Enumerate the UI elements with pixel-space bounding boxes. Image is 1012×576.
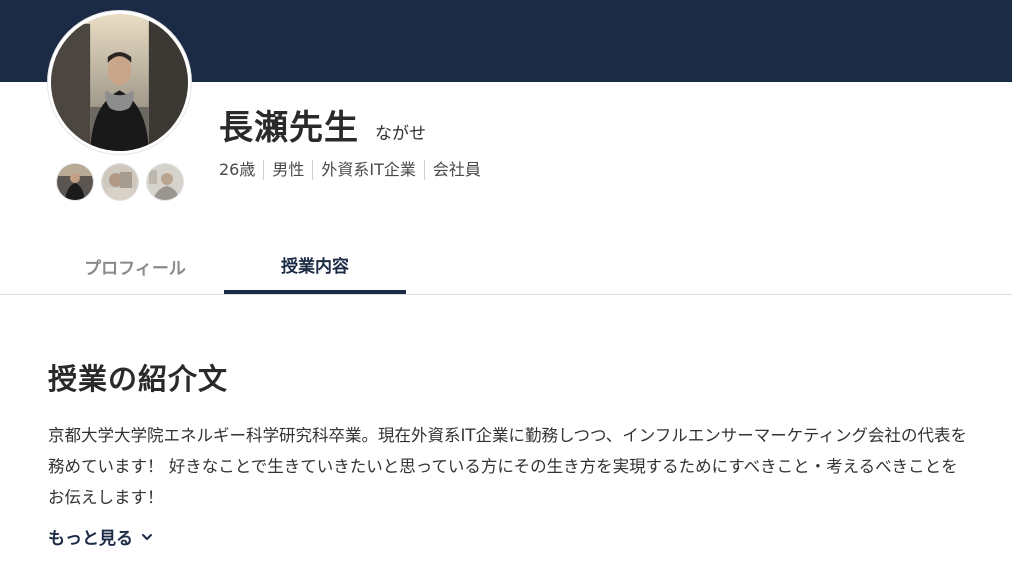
lesson-intro-text: 京都大学大学院エネルギー科学研究科卒業。現在外資系IT企業に勤務しつつ、インフル…	[48, 426, 967, 507]
thumbnail-2[interactable]	[102, 164, 138, 200]
show-more-button[interactable]: もっと見る	[48, 524, 153, 549]
avatar[interactable]	[48, 11, 191, 154]
teacher-name-kana: ながせ	[375, 124, 426, 144]
tab-bar: プロフィール 授業内容	[0, 238, 1012, 295]
thumbnail-photo	[57, 164, 93, 200]
attribute-gender: 男性	[263, 160, 312, 180]
thumbnail-photo	[102, 164, 138, 200]
profile-page: 長瀬先生 ながせ 26歳 男性 外資系IT企業 会社員 プロフィール 授業内容 …	[0, 0, 1012, 576]
show-more-label: もっと見る	[48, 529, 133, 549]
teacher-name: 長瀬先生	[219, 108, 359, 148]
tab-lesson-content[interactable]: 授業内容	[224, 238, 406, 294]
photo-thumbnails	[57, 164, 183, 200]
attribute-occupation: 会社員	[423, 160, 489, 180]
profile-attributes: 26歳 男性 外資系IT企業 会社員	[219, 160, 489, 180]
attribute-company: 外資系IT企業	[312, 160, 424, 180]
name-row: 長瀬先生 ながせ	[219, 100, 426, 149]
thumbnail-3[interactable]	[147, 164, 183, 200]
thumbnail-photo	[147, 164, 183, 200]
avatar-photo	[51, 14, 188, 151]
attribute-age: 26歳	[219, 160, 256, 179]
chevron-down-icon	[142, 533, 152, 540]
section-title: 授業の紹介文	[48, 362, 229, 396]
thumbnail-1[interactable]	[57, 164, 93, 200]
tab-profile[interactable]: プロフィール	[46, 238, 224, 294]
